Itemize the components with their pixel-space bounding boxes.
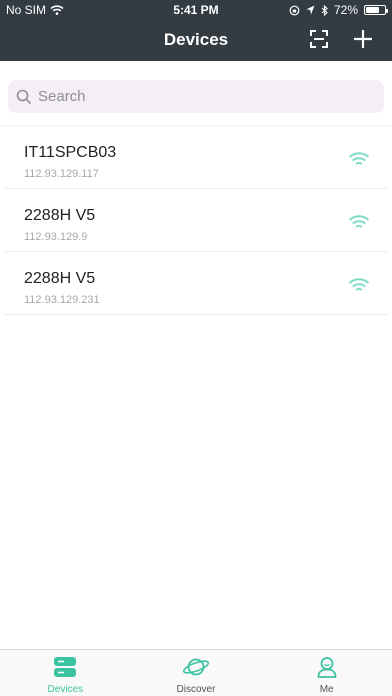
tab-label: Me	[319, 684, 334, 695]
battery-fill	[366, 7, 379, 13]
device-name: IT11SPCB03	[24, 144, 117, 161]
battery-percent: 72%	[333, 3, 358, 17]
tab-me[interactable]: Me	[261, 650, 392, 696]
device-ip: 112.93.129.117	[24, 168, 99, 180]
search-input[interactable]	[32, 88, 384, 105]
search-bar[interactable]	[8, 80, 384, 113]
device-ip: 112.93.129.231	[24, 294, 100, 306]
wifi-icon	[348, 278, 370, 291]
server-icon	[54, 657, 77, 677]
scan-icon	[310, 30, 328, 48]
device-ip: 112.93.129.9	[24, 231, 88, 243]
wifi-icon	[348, 152, 370, 165]
tab-label: Devices	[47, 684, 84, 695]
tab-devices[interactable]: Devices	[0, 650, 131, 696]
orientation-lock-icon	[289, 5, 300, 15]
tab-discover[interactable]: Discover	[131, 650, 262, 696]
scan-button[interactable]	[306, 26, 332, 52]
status-bar: No SIM 5:41 PM 72%	[0, 0, 392, 20]
device-name: 2288H V5	[24, 270, 96, 287]
device-row[interactable]: IT11SPCB03 112.93.129.117	[4, 126, 388, 189]
search-icon	[16, 89, 32, 104]
plus-icon	[354, 30, 372, 48]
tab-label: Discover	[176, 684, 216, 695]
planet-icon	[182, 658, 210, 676]
top-bar: No SIM 5:41 PM 72% Devices	[0, 0, 392, 61]
location-icon	[306, 5, 315, 15]
add-device-button[interactable]	[350, 26, 376, 52]
status-right: 72%	[289, 3, 388, 17]
device-name: 2288H V5	[24, 207, 96, 224]
device-row[interactable]: 2288H V5 112.93.129.9	[4, 189, 388, 252]
wifi-icon	[348, 215, 370, 228]
device-row[interactable]: 2288H V5 112.93.129.231	[4, 252, 388, 315]
person-icon	[317, 657, 337, 678]
device-list: IT11SPCB03 112.93.129.117 2288H V5 112.9…	[0, 125, 392, 315]
tab-bar: Devices Discover Me	[0, 649, 392, 696]
battery-icon	[364, 5, 388, 15]
bluetooth-icon	[321, 4, 328, 16]
page-title: Devices	[163, 30, 229, 49]
